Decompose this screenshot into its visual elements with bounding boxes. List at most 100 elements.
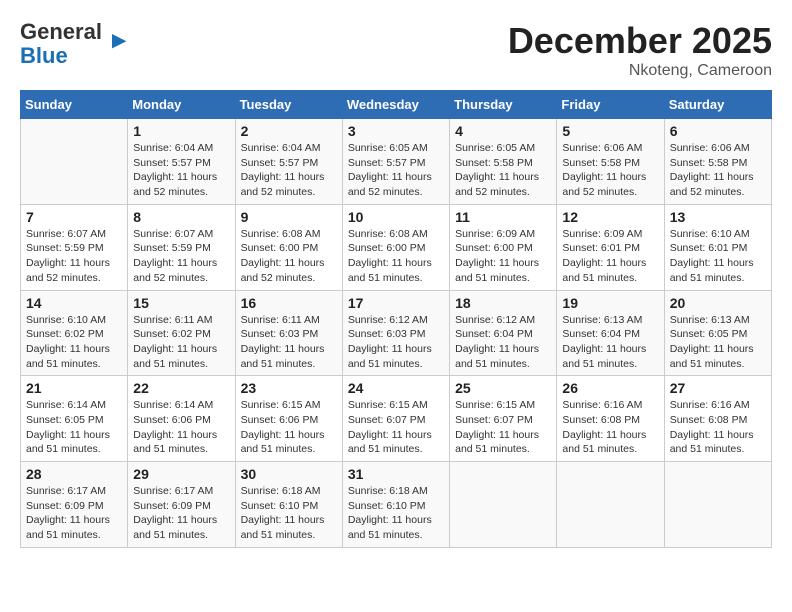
day-info: Sunrise: 6:15 AMSunset: 6:07 PMDaylight:… [348, 398, 444, 457]
day-info: Sunrise: 6:12 AMSunset: 6:03 PMDaylight:… [348, 313, 444, 372]
day-number: 2 [241, 123, 337, 139]
day-cell: 17 Sunrise: 6:12 AMSunset: 6:03 PMDayligh… [342, 290, 449, 376]
day-cell [21, 119, 128, 205]
day-number: 6 [670, 123, 766, 139]
header-sunday: Sunday [21, 91, 128, 119]
day-info: Sunrise: 6:05 AMSunset: 5:58 PMDaylight:… [455, 141, 551, 200]
day-cell: 14 Sunrise: 6:10 AMSunset: 6:02 PMDayligh… [21, 290, 128, 376]
day-info: Sunrise: 6:13 AMSunset: 6:04 PMDaylight:… [562, 313, 658, 372]
day-cell: 26 Sunrise: 6:16 AMSunset: 6:08 PMDayligh… [557, 376, 664, 462]
day-cell: 20 Sunrise: 6:13 AMSunset: 6:05 PMDayligh… [664, 290, 771, 376]
day-cell: 18 Sunrise: 6:12 AMSunset: 6:04 PMDayligh… [450, 290, 557, 376]
day-number: 24 [348, 380, 444, 396]
day-number: 31 [348, 466, 444, 482]
day-number: 20 [670, 295, 766, 311]
day-number: 18 [455, 295, 551, 311]
day-cell: 19 Sunrise: 6:13 AMSunset: 6:04 PMDayligh… [557, 290, 664, 376]
day-number: 10 [348, 209, 444, 225]
title-block: December 2025 Nkoteng, Cameroon [508, 20, 772, 80]
week-row-2: 14 Sunrise: 6:10 AMSunset: 6:02 PMDayligh… [21, 290, 772, 376]
week-row-4: 28 Sunrise: 6:17 AMSunset: 6:09 PMDayligh… [21, 462, 772, 548]
calendar-header: SundayMondayTuesdayWednesdayThursdayFrid… [21, 91, 772, 119]
day-info: Sunrise: 6:14 AMSunset: 6:05 PMDaylight:… [26, 398, 122, 457]
page-header: General Blue December 2025 Nkoteng, Came… [20, 20, 772, 80]
day-number: 23 [241, 380, 337, 396]
day-info: Sunrise: 6:18 AMSunset: 6:10 PMDaylight:… [348, 484, 444, 543]
location: Nkoteng, Cameroon [508, 62, 772, 80]
day-info: Sunrise: 6:17 AMSunset: 6:09 PMDaylight:… [26, 484, 122, 543]
day-number: 30 [241, 466, 337, 482]
day-cell [664, 462, 771, 548]
header-row: SundayMondayTuesdayWednesdayThursdayFrid… [21, 91, 772, 119]
day-info: Sunrise: 6:08 AMSunset: 6:00 PMDaylight:… [348, 227, 444, 286]
day-number: 12 [562, 209, 658, 225]
day-number: 15 [133, 295, 229, 311]
day-cell: 10 Sunrise: 6:08 AMSunset: 6:00 PMDayligh… [342, 204, 449, 290]
day-info: Sunrise: 6:07 AMSunset: 5:59 PMDaylight:… [133, 227, 229, 286]
day-number: 11 [455, 209, 551, 225]
day-cell: 5Sunrise: 6:06 AMSunset: 5:58 PMDaylight… [557, 119, 664, 205]
day-info: Sunrise: 6:18 AMSunset: 6:10 PMDaylight:… [241, 484, 337, 543]
day-cell: 4 Sunrise: 6:05 AMSunset: 5:58 PMDaylight… [450, 119, 557, 205]
day-number: 29 [133, 466, 229, 482]
week-row-0: 1 Sunrise: 6:04 AMSunset: 5:57 PMDaylight… [21, 119, 772, 205]
day-info: Sunrise: 6:08 AMSunset: 6:00 PMDaylight:… [241, 227, 337, 286]
day-cell: 16Sunrise: 6:11 AMSunset: 6:03 PMDayligh… [235, 290, 342, 376]
logo-icon [104, 30, 128, 54]
day-cell: 25 Sunrise: 6:15 AMSunset: 6:07 PMDayligh… [450, 376, 557, 462]
day-cell: 2Sunrise: 6:04 AMSunset: 5:57 PMDaylight… [235, 119, 342, 205]
day-cell: 11 Sunrise: 6:09 AMSunset: 6:00 PMDayligh… [450, 204, 557, 290]
day-number: 26 [562, 380, 658, 396]
day-number: 21 [26, 380, 122, 396]
week-row-3: 21 Sunrise: 6:14 AMSunset: 6:05 PMDayligh… [21, 376, 772, 462]
day-info: Sunrise: 6:14 AMSunset: 6:06 PMDaylight:… [133, 398, 229, 457]
day-number: 1 [133, 123, 229, 139]
header-friday: Friday [557, 91, 664, 119]
day-number: 28 [26, 466, 122, 482]
day-cell: 24 Sunrise: 6:15 AMSunset: 6:07 PMDayligh… [342, 376, 449, 462]
day-info: Sunrise: 6:07 AMSunset: 5:59 PMDaylight:… [26, 227, 122, 286]
day-info: Sunrise: 6:09 AMSunset: 6:01 PMDaylight:… [562, 227, 658, 286]
calendar-body: 1 Sunrise: 6:04 AMSunset: 5:57 PMDaylight… [21, 119, 772, 548]
day-cell: 12 Sunrise: 6:09 AMSunset: 6:01 PMDayligh… [557, 204, 664, 290]
day-number: 4 [455, 123, 551, 139]
day-info: Sunrise: 6:09 AMSunset: 6:00 PMDaylight:… [455, 227, 551, 286]
header-monday: Monday [128, 91, 235, 119]
day-number: 19 [562, 295, 658, 311]
day-cell: 30 Sunrise: 6:18 AMSunset: 6:10 PMDayligh… [235, 462, 342, 548]
day-number: 27 [670, 380, 766, 396]
day-cell: 7 Sunrise: 6:07 AMSunset: 5:59 PMDaylight… [21, 204, 128, 290]
day-cell [450, 462, 557, 548]
day-number: 7 [26, 209, 122, 225]
day-info: Sunrise: 6:10 AMSunset: 6:02 PMDaylight:… [26, 313, 122, 372]
calendar-table: SundayMondayTuesdayWednesdayThursdayFrid… [20, 90, 772, 548]
day-info: Sunrise: 6:17 AMSunset: 6:09 PMDaylight:… [133, 484, 229, 543]
header-saturday: Saturday [664, 91, 771, 119]
day-info: Sunrise: 6:11 AMSunset: 6:03 PMDaylight:… [241, 313, 337, 372]
day-info: Sunrise: 6:13 AMSunset: 6:05 PMDaylight:… [670, 313, 766, 372]
day-cell: 31 Sunrise: 6:18 AMSunset: 6:10 PMDayligh… [342, 462, 449, 548]
day-info: Sunrise: 6:15 AMSunset: 6:07 PMDaylight:… [455, 398, 551, 457]
day-cell: 21 Sunrise: 6:14 AMSunset: 6:05 PMDayligh… [21, 376, 128, 462]
logo: General Blue [20, 20, 128, 68]
day-info: Sunrise: 6:12 AMSunset: 6:04 PMDaylight:… [455, 313, 551, 372]
day-cell [557, 462, 664, 548]
month-title: December 2025 [508, 20, 772, 62]
week-row-1: 7 Sunrise: 6:07 AMSunset: 5:59 PMDaylight… [21, 204, 772, 290]
day-number: 17 [348, 295, 444, 311]
day-number: 3 [348, 123, 444, 139]
day-number: 9 [241, 209, 337, 225]
day-cell: 6Sunrise: 6:06 AMSunset: 5:58 PMDaylight… [664, 119, 771, 205]
day-info: Sunrise: 6:16 AMSunset: 6:08 PMDaylight:… [562, 398, 658, 457]
day-number: 25 [455, 380, 551, 396]
day-info: Sunrise: 6:06 AMSunset: 5:58 PMDaylight:… [562, 141, 658, 200]
day-cell: 22Sunrise: 6:14 AMSunset: 6:06 PMDayligh… [128, 376, 235, 462]
day-info: Sunrise: 6:04 AMSunset: 5:57 PMDaylight:… [133, 141, 229, 200]
day-number: 14 [26, 295, 122, 311]
header-wednesday: Wednesday [342, 91, 449, 119]
day-cell: 28 Sunrise: 6:17 AMSunset: 6:09 PMDayligh… [21, 462, 128, 548]
header-thursday: Thursday [450, 91, 557, 119]
day-cell: 15Sunrise: 6:11 AMSunset: 6:02 PMDayligh… [128, 290, 235, 376]
day-cell: 27Sunrise: 6:16 AMSunset: 6:08 PMDayligh… [664, 376, 771, 462]
day-cell: 1 Sunrise: 6:04 AMSunset: 5:57 PMDaylight… [128, 119, 235, 205]
